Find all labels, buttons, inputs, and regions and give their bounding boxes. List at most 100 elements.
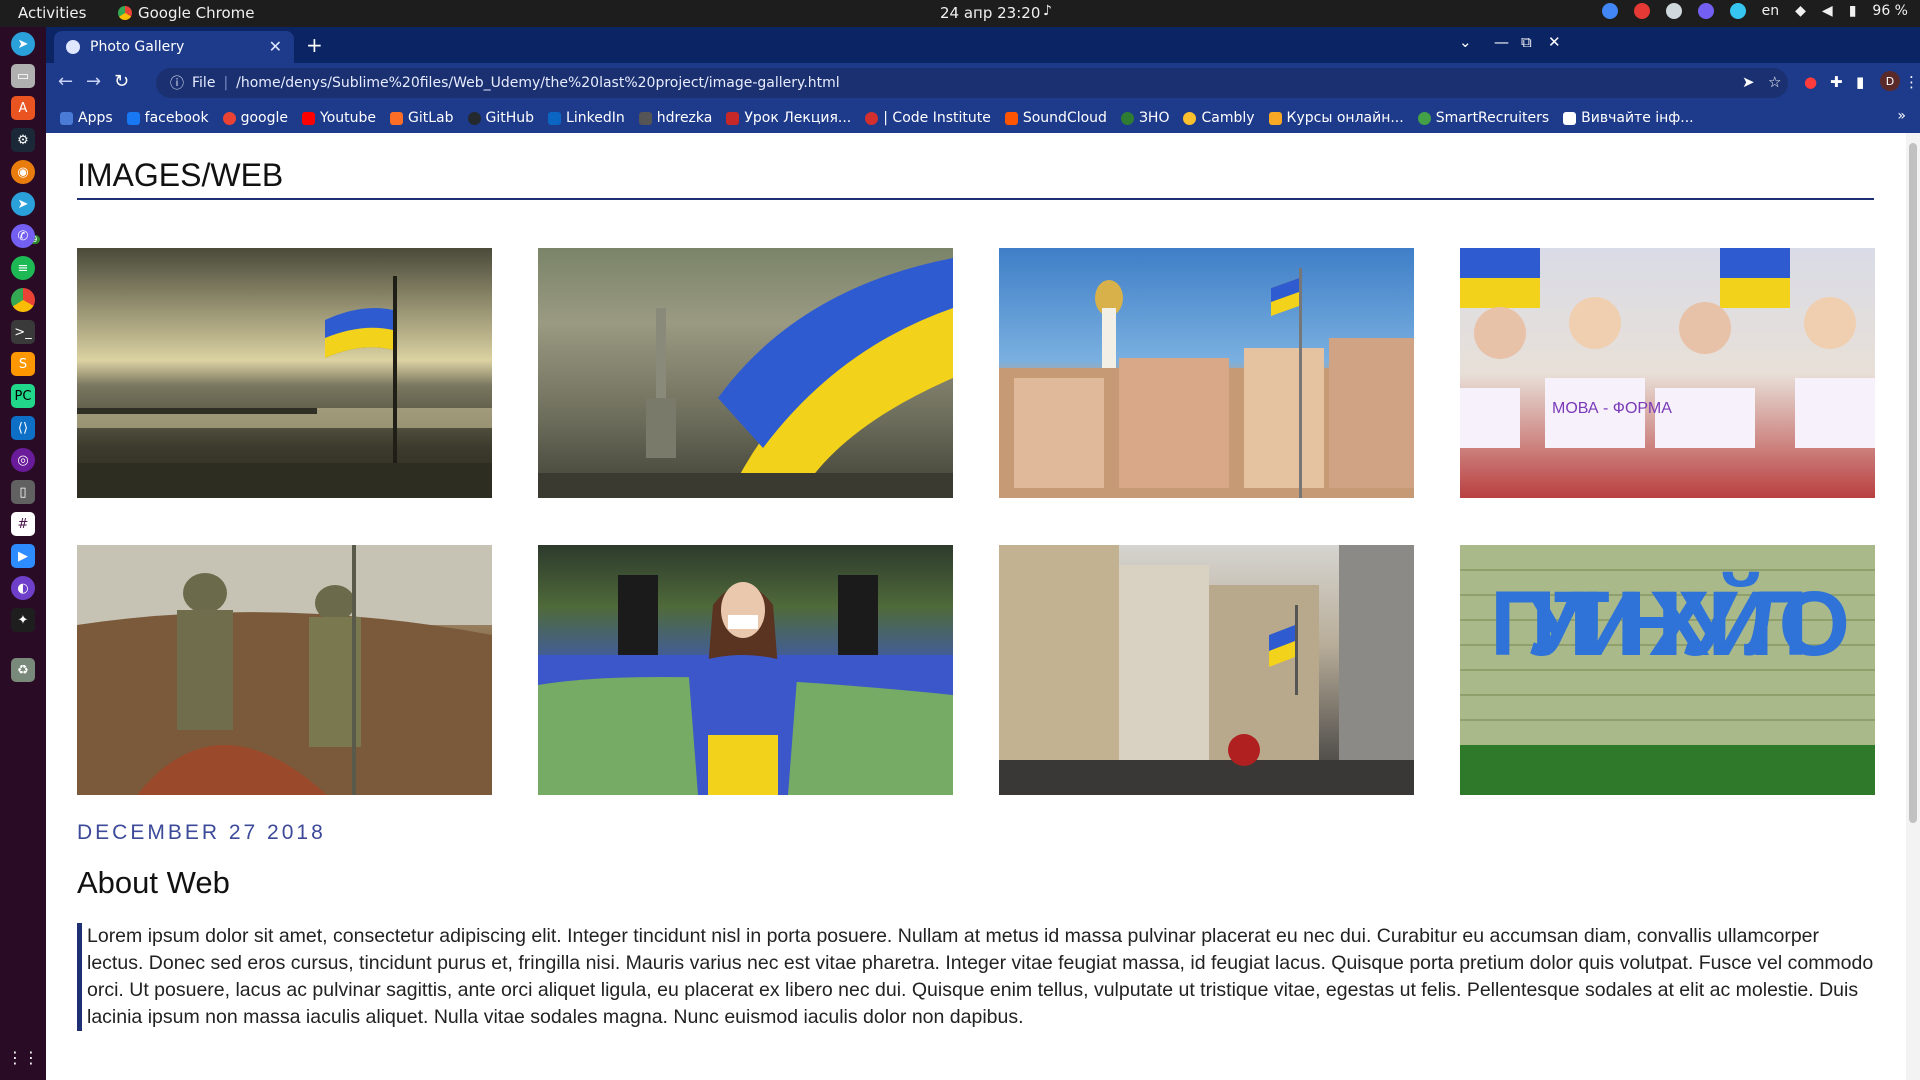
close-tab-icon[interactable]: ✕ bbox=[269, 37, 282, 56]
bookmark-cambly[interactable]: Cambly bbox=[1183, 110, 1255, 126]
bookmark-zno[interactable]: ЗНО bbox=[1120, 110, 1169, 126]
sublime-text-icon[interactable]: S bbox=[11, 352, 35, 376]
back-icon[interactable]: ← bbox=[58, 71, 73, 92]
recorder-tray-icon[interactable] bbox=[1633, 3, 1650, 19]
zoom-icon[interactable]: ▶ bbox=[11, 544, 35, 568]
terminal-icon[interactable]: >_ bbox=[11, 320, 35, 344]
language-indicator[interactable]: en bbox=[1762, 3, 1780, 19]
kyiv-square-illustration bbox=[999, 268, 1414, 498]
maximize-icon[interactable]: ⧉ bbox=[1521, 33, 1532, 51]
soldiers-trench-illustration bbox=[77, 545, 492, 795]
about-heading: About Web bbox=[77, 865, 230, 900]
gallery-image-flag-over-river[interactable] bbox=[77, 248, 492, 498]
bookmark-star-icon[interactable]: ☆ bbox=[1768, 73, 1781, 91]
gallery-page: IMAGES/WEB МОВА - ФОРМА ПУТИН ХУЙЛО DECE… bbox=[77, 133, 1875, 1031]
system-top-bar: Activities Google Chrome 24 апр 23:20 ♪ … bbox=[0, 0, 1920, 27]
gallery-image-motherland-monument[interactable] bbox=[538, 248, 953, 498]
blender-icon[interactable]: ◉ bbox=[11, 160, 35, 184]
figma-icon[interactable]: ✦ bbox=[11, 608, 35, 632]
code-institute-icon bbox=[865, 111, 879, 125]
slack-tray-icon[interactable] bbox=[1729, 3, 1746, 19]
gallery-image-old-town-street[interactable] bbox=[999, 545, 1414, 795]
chrome-tray-icon[interactable] bbox=[1601, 3, 1618, 19]
bookmark-youtube[interactable]: Youtube bbox=[302, 110, 376, 126]
activities-button[interactable]: Activities bbox=[18, 4, 86, 22]
bookmark-smartrecruiters[interactable]: SmartRecruiters bbox=[1417, 110, 1549, 126]
send-icon[interactable]: ➤ bbox=[1742, 73, 1755, 91]
bookmark-gitlab[interactable]: GitLab bbox=[390, 110, 454, 126]
show-apps-icon[interactable]: ⋮⋮ bbox=[7, 1045, 39, 1069]
address-bar[interactable]: ⓘ File | /home/denys/Sublime%20files/Web… bbox=[156, 68, 1788, 98]
github-desktop-icon[interactable]: ◐ bbox=[11, 576, 35, 600]
clock[interactable]: 24 апр 23:20 bbox=[940, 4, 1040, 22]
bookmark-apps[interactable]: Apps bbox=[60, 110, 113, 126]
url-text[interactable]: /home/denys/Sublime%20files/Web_Udemy/th… bbox=[236, 75, 840, 91]
minimize-icon[interactable]: — bbox=[1494, 33, 1509, 51]
new-tab-icon[interactable]: + bbox=[306, 33, 323, 57]
gallery-image-protest-signs[interactable]: МОВА - ФОРМА bbox=[1460, 248, 1875, 498]
chrome-dock-icon[interactable] bbox=[11, 288, 35, 312]
tab-title: Photo Gallery bbox=[90, 39, 185, 55]
scrollbar-thumb[interactable] bbox=[1909, 143, 1917, 823]
bookmark-soundcloud[interactable]: SoundCloud bbox=[1004, 110, 1107, 126]
app-menu[interactable]: Google Chrome bbox=[118, 4, 255, 22]
gallery-image-soldiers-trench[interactable] bbox=[77, 545, 492, 795]
steam-icon[interactable]: ⚙ bbox=[11, 128, 35, 152]
telegram-icon[interactable]: ➤ bbox=[11, 192, 35, 216]
trash-icon[interactable]: ♻ bbox=[11, 658, 35, 682]
gallery-image-graffiti-wall[interactable]: ПУТИН ХУЙЛО bbox=[1460, 545, 1875, 795]
tab-photo-gallery[interactable]: Photo Gallery ✕ bbox=[54, 31, 294, 63]
bookmark-github[interactable]: GitHub bbox=[467, 110, 534, 126]
podcast-icon[interactable]: ◎ bbox=[11, 448, 35, 472]
gallery-image-girl-with-flag[interactable] bbox=[538, 545, 953, 795]
bookmark-courses[interactable]: Курсы онлайн... bbox=[1268, 110, 1404, 126]
extensions-puzzle-icon[interactable]: ✚ bbox=[1830, 73, 1843, 91]
steam-tray-icon[interactable] bbox=[1665, 3, 1682, 19]
tab-strip: Photo Gallery ✕ + ⌄ — ⧉ ✕ bbox=[46, 27, 1920, 63]
viber-tray-icon[interactable] bbox=[1697, 3, 1714, 19]
telegram-desktop-icon[interactable]: ➤ bbox=[11, 32, 35, 56]
usb-icon[interactable]: ▯ bbox=[11, 480, 35, 504]
protest-sign-text: МОВА - ФОРМА bbox=[1552, 400, 1672, 417]
chrome-icon bbox=[118, 6, 132, 20]
vscode-icon[interactable]: ⟨⟩ bbox=[11, 416, 35, 440]
battery-level: 96 % bbox=[1872, 3, 1908, 19]
page-scrollbar[interactable] bbox=[1906, 133, 1920, 1080]
page-title: IMAGES/WEB bbox=[77, 157, 1874, 200]
bookmark-hdrezka[interactable]: hdrezka bbox=[638, 110, 712, 126]
side-panel-icon[interactable]: ▮ bbox=[1856, 73, 1864, 91]
tab-search-icon[interactable]: ⌄ bbox=[1459, 33, 1472, 51]
reload-icon[interactable]: ↻ bbox=[114, 71, 129, 92]
menu-kebab-icon[interactable]: ⋮ bbox=[1904, 73, 1919, 91]
battery-icon[interactable]: ▮ bbox=[1849, 3, 1857, 19]
bookmark-lesson[interactable]: Урок Лекция... bbox=[726, 110, 851, 126]
volume-icon[interactable]: ◀ bbox=[1822, 3, 1833, 19]
url-scheme: File bbox=[192, 75, 216, 91]
bookmark-code-institute[interactable]: | Code Institute bbox=[865, 110, 991, 126]
lesson-icon bbox=[726, 111, 740, 125]
bell-icon[interactable]: ♪ bbox=[1043, 3, 1052, 19]
system-tray: en ◆ ◀ ▮ 96 % bbox=[1601, 3, 1908, 19]
files-icon[interactable]: ▭ bbox=[11, 64, 35, 88]
motherland-monument-illustration bbox=[538, 258, 953, 498]
gallery-image-kyiv-square[interactable] bbox=[999, 248, 1414, 498]
close-window-icon[interactable]: ✕ bbox=[1548, 33, 1561, 51]
bookmarks-overflow-icon[interactable]: » bbox=[1897, 108, 1906, 124]
software-center-icon[interactable]: A bbox=[11, 96, 35, 120]
soundcloud-icon bbox=[1004, 111, 1018, 125]
google-icon bbox=[222, 111, 236, 125]
bookmark-google[interactable]: google bbox=[222, 110, 288, 126]
bookmark-facebook[interactable]: facebook bbox=[126, 110, 209, 126]
bookmark-linkedin[interactable]: LinkedIn bbox=[548, 110, 625, 126]
bookmark-learn-info[interactable]: Вивчайте інф... bbox=[1563, 110, 1694, 126]
slack-icon[interactable]: # bbox=[11, 512, 35, 536]
info-icon[interactable]: ⓘ bbox=[170, 73, 184, 93]
cambly-icon bbox=[1183, 111, 1197, 125]
profile-avatar[interactable]: D bbox=[1880, 71, 1900, 91]
spotify-icon[interactable]: ≡ bbox=[11, 256, 35, 280]
pycharm-icon[interactable]: PC bbox=[11, 384, 35, 408]
wifi-icon[interactable]: ◆ bbox=[1795, 3, 1806, 19]
viber-icon[interactable]: ✆ bbox=[11, 224, 35, 248]
extension-red-icon[interactable]: ● bbox=[1804, 73, 1817, 91]
forward-icon[interactable]: → bbox=[86, 71, 101, 92]
